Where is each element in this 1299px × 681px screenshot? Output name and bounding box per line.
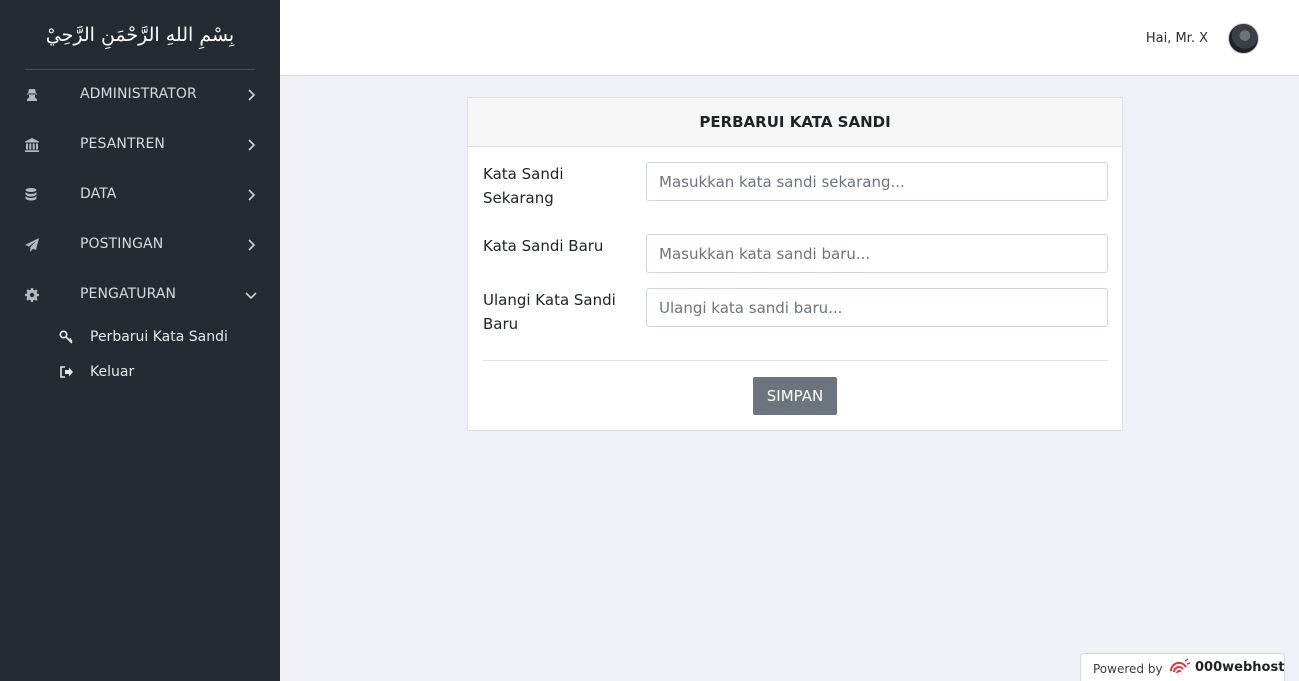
card-title: PERBARUI KATA SANDI bbox=[468, 98, 1122, 147]
powered-by-brand: 000webhost bbox=[1195, 660, 1285, 675]
chevron-right-icon bbox=[244, 137, 258, 153]
sidebar-brand: بِسْمِ اللهِ الرَّحْمَنِ الرَّحِيْ bbox=[45, 24, 235, 46]
save-button[interactable]: SIMPAN bbox=[753, 377, 837, 415]
webhost-logo-icon bbox=[1167, 658, 1191, 678]
sidebar-item-label: POSTINGAN bbox=[80, 236, 164, 252]
sidebar-menu: ADMINISTRATOR PESANTREN DATA POSTINGAN P… bbox=[0, 70, 280, 390]
new-password-field[interactable] bbox=[646, 234, 1108, 273]
repeat-password-label: Ulangi Kata Sandi Baru bbox=[483, 291, 616, 333]
powered-by-text: Powered by bbox=[1093, 662, 1163, 676]
institution-icon bbox=[24, 137, 40, 153]
chevron-right-icon bbox=[244, 87, 258, 103]
chevron-down-icon bbox=[244, 287, 258, 303]
submenu-item-label: Keluar bbox=[90, 364, 135, 380]
repeat-password-field[interactable] bbox=[646, 288, 1108, 327]
database-icon bbox=[24, 187, 40, 203]
sign-out-icon bbox=[59, 365, 74, 379]
sidebar-item-label: PENGATURAN bbox=[80, 286, 177, 302]
chevron-right-icon bbox=[244, 187, 258, 203]
sidebar-item-label: ADMINISTRATOR bbox=[80, 86, 197, 102]
user-secret-icon bbox=[24, 87, 40, 103]
password-update-card: PERBARUI KATA SANDI Kata Sandi Sekarang … bbox=[467, 97, 1123, 431]
gear-icon bbox=[24, 287, 40, 303]
sidebar-item-label: DATA bbox=[80, 186, 117, 202]
current-password-field[interactable] bbox=[646, 162, 1108, 201]
submenu-item-perbarui-kata-sandi[interactable]: Perbarui Kata Sandi bbox=[0, 320, 280, 355]
sidebar: بِسْمِ اللهِ الرَّحْمَنِ الرَّحِيْ ADMIN… bbox=[0, 0, 280, 681]
submenu-item-keluar[interactable]: Keluar bbox=[0, 355, 280, 390]
sidebar-item-postingan[interactable]: POSTINGAN bbox=[0, 220, 280, 270]
card-divider bbox=[483, 360, 1108, 361]
sidebar-item-administrator[interactable]: ADMINISTRATOR bbox=[0, 70, 280, 120]
topbar: Hai, Mr. X bbox=[280, 0, 1299, 76]
paper-plane-icon bbox=[24, 237, 40, 253]
submenu-item-label: Perbarui Kata Sandi bbox=[90, 329, 228, 345]
key-icon bbox=[59, 330, 74, 344]
chevron-right-icon bbox=[244, 237, 258, 253]
sidebar-item-label: PESANTREN bbox=[80, 136, 165, 152]
current-password-label: Kata Sandi Sekarang bbox=[483, 165, 564, 207]
new-password-label: Kata Sandi Baru bbox=[483, 237, 604, 255]
powered-by-badge[interactable]: Powered by 000webhost bbox=[1080, 653, 1285, 681]
avatar[interactable] bbox=[1228, 23, 1259, 54]
sidebar-item-pesantren[interactable]: PESANTREN bbox=[0, 120, 280, 170]
sidebar-item-data[interactable]: DATA bbox=[0, 170, 280, 220]
user-greeting[interactable]: Hai, Mr. X bbox=[1146, 31, 1208, 46]
sidebar-item-pengaturan[interactable]: PENGATURAN bbox=[0, 270, 280, 320]
